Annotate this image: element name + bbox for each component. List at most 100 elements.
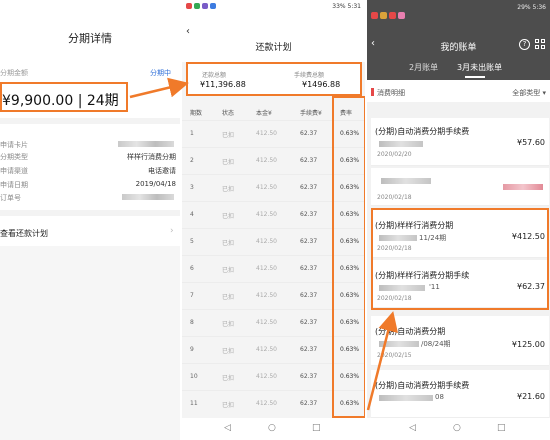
status-cell: 已扣: [222, 159, 235, 166]
tab-february-bill[interactable]: 2月账单: [409, 62, 438, 73]
principal-cell: 412.50: [256, 211, 277, 218]
period-cell: 5: [190, 238, 194, 245]
page-title: 分期详情: [68, 32, 112, 45]
battery-text: 29%: [517, 4, 531, 11]
status-cell: 已扣: [222, 132, 235, 139]
help-icon[interactable]: ?: [519, 39, 530, 50]
transaction-item[interactable]: (分期)自动消费分期手续费 08 ¥21.60: [371, 370, 549, 418]
status-right: 33% 5:31: [332, 3, 361, 10]
amount-value: ¥9,900.00 | 24期: [2, 93, 119, 109]
nav-recent-icon[interactable]: □: [312, 423, 321, 433]
fee-cell: 62.37: [300, 130, 318, 137]
period-cell: 8: [190, 319, 194, 326]
app-notification-icon: [186, 3, 192, 9]
nav-home-icon[interactable]: ○: [268, 423, 276, 433]
period-cell: 2: [190, 157, 194, 164]
detail-label: 申请卡片: [0, 141, 28, 149]
period-cell: 1: [190, 130, 194, 137]
status-cell: 已扣: [222, 213, 235, 220]
app-notification-icon: [202, 3, 208, 9]
status-cell: 已扣: [222, 402, 235, 409]
active-tab-indicator: [465, 76, 485, 78]
status-cell: 已扣: [222, 186, 235, 193]
detail-label: 分期类型: [0, 153, 28, 161]
app-notification-icon: [194, 3, 200, 9]
transaction-item[interactable]: (分期)自动消费分期手续费 2020/02/20 ¥57.60: [371, 118, 549, 166]
page-title: 还款计划: [255, 43, 292, 53]
principal-cell: 412.50: [256, 184, 277, 191]
detail-label: 申请日期: [0, 181, 28, 189]
redacted-card: [118, 141, 174, 147]
redacted-text: [379, 341, 419, 347]
tab-march-unbilled[interactable]: 3月未出账单: [457, 62, 502, 73]
fee-cell: 62.37: [300, 346, 318, 353]
empty-area: [0, 246, 180, 440]
fee-cell: 62.37: [300, 184, 318, 191]
accent-mark: [371, 88, 374, 96]
status-bar: 33% 5:31: [182, 0, 365, 14]
period-cell: 7: [190, 292, 194, 299]
app-notification-icon: [371, 12, 378, 19]
fee-cell: 62.37: [300, 238, 318, 245]
fee-cell: 62.37: [300, 157, 318, 164]
nav-bar: [182, 14, 365, 62]
transaction-subtitle: /08/24期: [421, 340, 451, 348]
detail-value: 2019/04/18: [135, 180, 176, 188]
period-cell: 4: [190, 211, 194, 218]
redacted-text: [381, 178, 431, 184]
rate-highlight-box: [332, 96, 365, 418]
detail-label: 申请渠道: [0, 167, 28, 175]
status-cell: 已扣: [222, 321, 235, 328]
transaction-item[interactable]: (分期)自动消费分期 /08/24期 2020/02/15 ¥125.00: [371, 316, 549, 366]
redacted-text: [379, 395, 433, 401]
installment-detail-panel: 分期详情 分期金额 分期中 ¥9,900.00 | 24期 申请卡片 分期类型 …: [0, 0, 180, 440]
period-cell: 10: [190, 373, 198, 380]
section-label: 消费明细: [377, 89, 405, 97]
filter-bar: 消费明细 全部类型 ▾: [367, 80, 550, 102]
fee-cell: 62.37: [300, 400, 318, 407]
transaction-date: 2020/02/15: [377, 352, 412, 359]
status-cell: 已扣: [222, 348, 235, 355]
header: 29% 5:36 ‹ 我的账单 ? 2月账单 3月未出账单: [367, 0, 550, 80]
fee-cell: 62.37: [300, 211, 318, 218]
notification-icons: [371, 4, 407, 19]
nav-recent-icon[interactable]: □: [497, 423, 506, 433]
system-nav-bar: ◁ ○ □: [367, 418, 550, 440]
nav-back-icon[interactable]: ◁: [224, 423, 231, 433]
period-cell: 11: [190, 400, 198, 407]
transaction-title: (分期)自动消费分期手续费: [375, 127, 470, 136]
summary-highlight-box: [186, 62, 362, 96]
view-plan-link[interactable]: 查看还款计划: [0, 228, 48, 239]
battery-text: 33%: [332, 3, 346, 10]
grid-menu-icon[interactable]: [535, 39, 546, 50]
clock-text: 5:36: [532, 4, 546, 11]
transaction-item[interactable]: 2020/02/18: [371, 168, 549, 206]
period-cell: 9: [190, 346, 194, 353]
principal-cell: 412.50: [256, 238, 277, 245]
transaction-date: 2020/02/20: [377, 151, 412, 158]
status-cell: 已扣: [222, 294, 235, 301]
type-filter-dropdown[interactable]: 全部类型 ▾: [512, 88, 546, 98]
fee-total-value: ¥1496.88: [302, 80, 341, 89]
principal-cell: 412.50: [256, 400, 277, 407]
transaction-subtitle: 08: [435, 393, 444, 401]
principal-cell: 412.50: [256, 373, 277, 380]
detail-value: 样样行消费分期: [127, 153, 176, 161]
status-cell: 已扣: [222, 375, 235, 382]
nav-home-icon[interactable]: ○: [453, 423, 461, 433]
principal-cell: 412.50: [256, 157, 277, 164]
repayment-plan-panel: 33% 5:31 ‹ 还款计划 还款总额 手续费总额 ¥11,396.88 ¥1…: [182, 0, 365, 440]
fee-cell: 62.37: [300, 292, 318, 299]
principal-cell: 412.50: [256, 265, 277, 272]
back-icon[interactable]: ‹: [186, 26, 190, 37]
principal-cell: 412.50: [256, 130, 277, 137]
status-right: 29% 5:36: [517, 4, 546, 11]
redacted-text: [379, 141, 423, 147]
my-bill-panel: 29% 5:36 ‹ 我的账单 ? 2月账单 3月未出账单 消费明细 全部类型 …: [367, 0, 550, 440]
column-header: 状态: [222, 110, 235, 117]
transaction-amount: ¥57.60: [517, 138, 545, 147]
nav-back-icon[interactable]: ◁: [409, 423, 416, 433]
principal-cell: 412.50: [256, 292, 277, 299]
fee-cell: 62.37: [300, 373, 318, 380]
fee-cell: 62.37: [300, 319, 318, 326]
